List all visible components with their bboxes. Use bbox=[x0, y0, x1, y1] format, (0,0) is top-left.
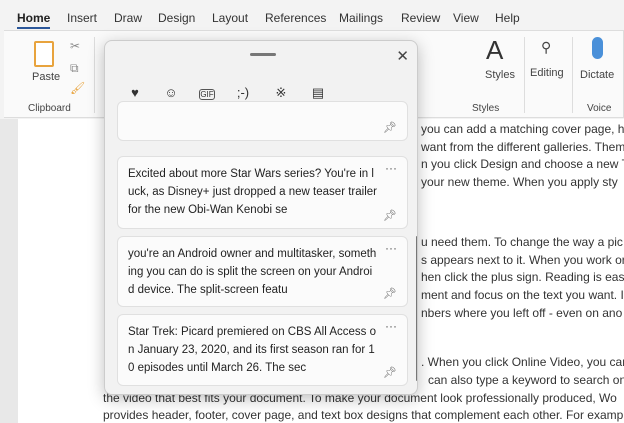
doc-line: s appears next to it. When you work or bbox=[421, 253, 624, 267]
doc-line: . When you click Online Video, you can bbox=[421, 355, 624, 369]
clipboard-item[interactable]: 📌︎ bbox=[117, 101, 408, 141]
tab-layout[interactable]: Layout bbox=[212, 11, 248, 25]
dictate-button[interactable]: Dictate bbox=[580, 69, 614, 81]
doc-line: u need them. To change the way a pic bbox=[421, 235, 623, 249]
scrollbar[interactable] bbox=[416, 236, 417, 381]
kaomoji-icon[interactable]: ;-) bbox=[233, 85, 253, 100]
tab-draw[interactable]: Draw bbox=[114, 11, 142, 25]
microphone-icon[interactable] bbox=[592, 37, 603, 59]
editing-button[interactable]: Editing bbox=[530, 67, 564, 79]
more-options-icon[interactable]: ··· bbox=[385, 319, 397, 333]
clipboard-item[interactable]: you're an Android owner and multitasker,… bbox=[117, 236, 408, 307]
doc-line: hen click the plus sign. Reading is easi… bbox=[421, 270, 624, 284]
tab-review[interactable]: Review bbox=[401, 11, 440, 25]
tab-design[interactable]: Design bbox=[158, 11, 195, 25]
format-painter-icon[interactable]: 🖌 bbox=[70, 81, 85, 95]
doc-line: your new theme. When you apply sty bbox=[421, 175, 618, 189]
copy-icon[interactable]: ⧉ bbox=[70, 61, 79, 76]
ribbon-tabs: Home Insert Draw Design Layout Reference… bbox=[0, 0, 624, 30]
more-options-icon[interactable]: ··· bbox=[385, 161, 397, 175]
clipboard-history-icon[interactable]: ▤ bbox=[308, 85, 328, 101]
styles-button[interactable]: Styles bbox=[485, 69, 515, 81]
doc-line: nbers where you left off - even on ano bbox=[421, 306, 623, 320]
cut-icon[interactable]: ✂ bbox=[70, 39, 80, 53]
doc-line: ment and focus on the text you want. I bbox=[421, 288, 624, 302]
pin-icon[interactable]: 📌︎ bbox=[383, 287, 397, 300]
paste-icon[interactable] bbox=[34, 41, 54, 67]
drag-handle[interactable] bbox=[250, 53, 276, 56]
emoji-icon[interactable]: ☺ bbox=[161, 85, 181, 100]
doc-line: provides header, footer, cover page, and… bbox=[103, 408, 624, 422]
pin-icon[interactable]: 📌︎ bbox=[383, 121, 397, 134]
doc-line: can also type a keyword to search onl bbox=[428, 373, 624, 387]
clipboard-history-panel: ✕ ♥ ☺ GIF ;-) ※ ▤ 📌︎ Excited about more … bbox=[104, 40, 418, 395]
close-icon[interactable]: ✕ bbox=[396, 47, 409, 65]
more-options-icon[interactable]: ··· bbox=[385, 241, 397, 255]
voice-group-label: Voice bbox=[587, 103, 612, 114]
gif-icon[interactable]: GIF bbox=[199, 89, 215, 100]
clipboard-item-text: Star Trek: Picard premiered on CBS All A… bbox=[128, 326, 376, 374]
styles-icon[interactable]: A bbox=[486, 35, 503, 66]
clipboard-item[interactable]: Star Trek: Picard premiered on CBS All A… bbox=[117, 314, 408, 386]
paste-button[interactable]: Paste bbox=[32, 71, 60, 83]
kaomoji-favorites-icon[interactable]: ♥ bbox=[125, 85, 145, 100]
pin-icon[interactable]: 📌︎ bbox=[383, 209, 397, 222]
clipboard-item-text: Excited about more Star Wars series? You… bbox=[128, 168, 377, 216]
tab-help[interactable]: Help bbox=[495, 11, 520, 25]
doc-line: want from the different galleries. Them bbox=[421, 140, 624, 154]
tab-view[interactable]: View bbox=[453, 11, 479, 25]
doc-line: n you click Design and choose a new Th bbox=[421, 157, 624, 171]
clipboard-item[interactable]: Excited about more Star Wars series? You… bbox=[117, 156, 408, 229]
pin-icon[interactable]: 📌︎ bbox=[383, 366, 397, 379]
tab-home[interactable]: Home bbox=[17, 11, 51, 29]
doc-line: you can add a matching cover page, he bbox=[421, 122, 624, 136]
search-icon[interactable]: ⚲ bbox=[541, 39, 551, 56]
clipboard-item-text: you're an Android owner and multitasker,… bbox=[128, 248, 377, 296]
tab-mailings[interactable]: Mailings bbox=[339, 11, 383, 25]
tab-references[interactable]: References bbox=[265, 11, 326, 25]
tab-insert[interactable]: Insert bbox=[67, 11, 97, 25]
clipboard-group-label: Clipboard bbox=[28, 103, 71, 114]
styles-group-label: Styles bbox=[472, 103, 500, 114]
symbols-icon[interactable]: ※ bbox=[271, 85, 291, 101]
